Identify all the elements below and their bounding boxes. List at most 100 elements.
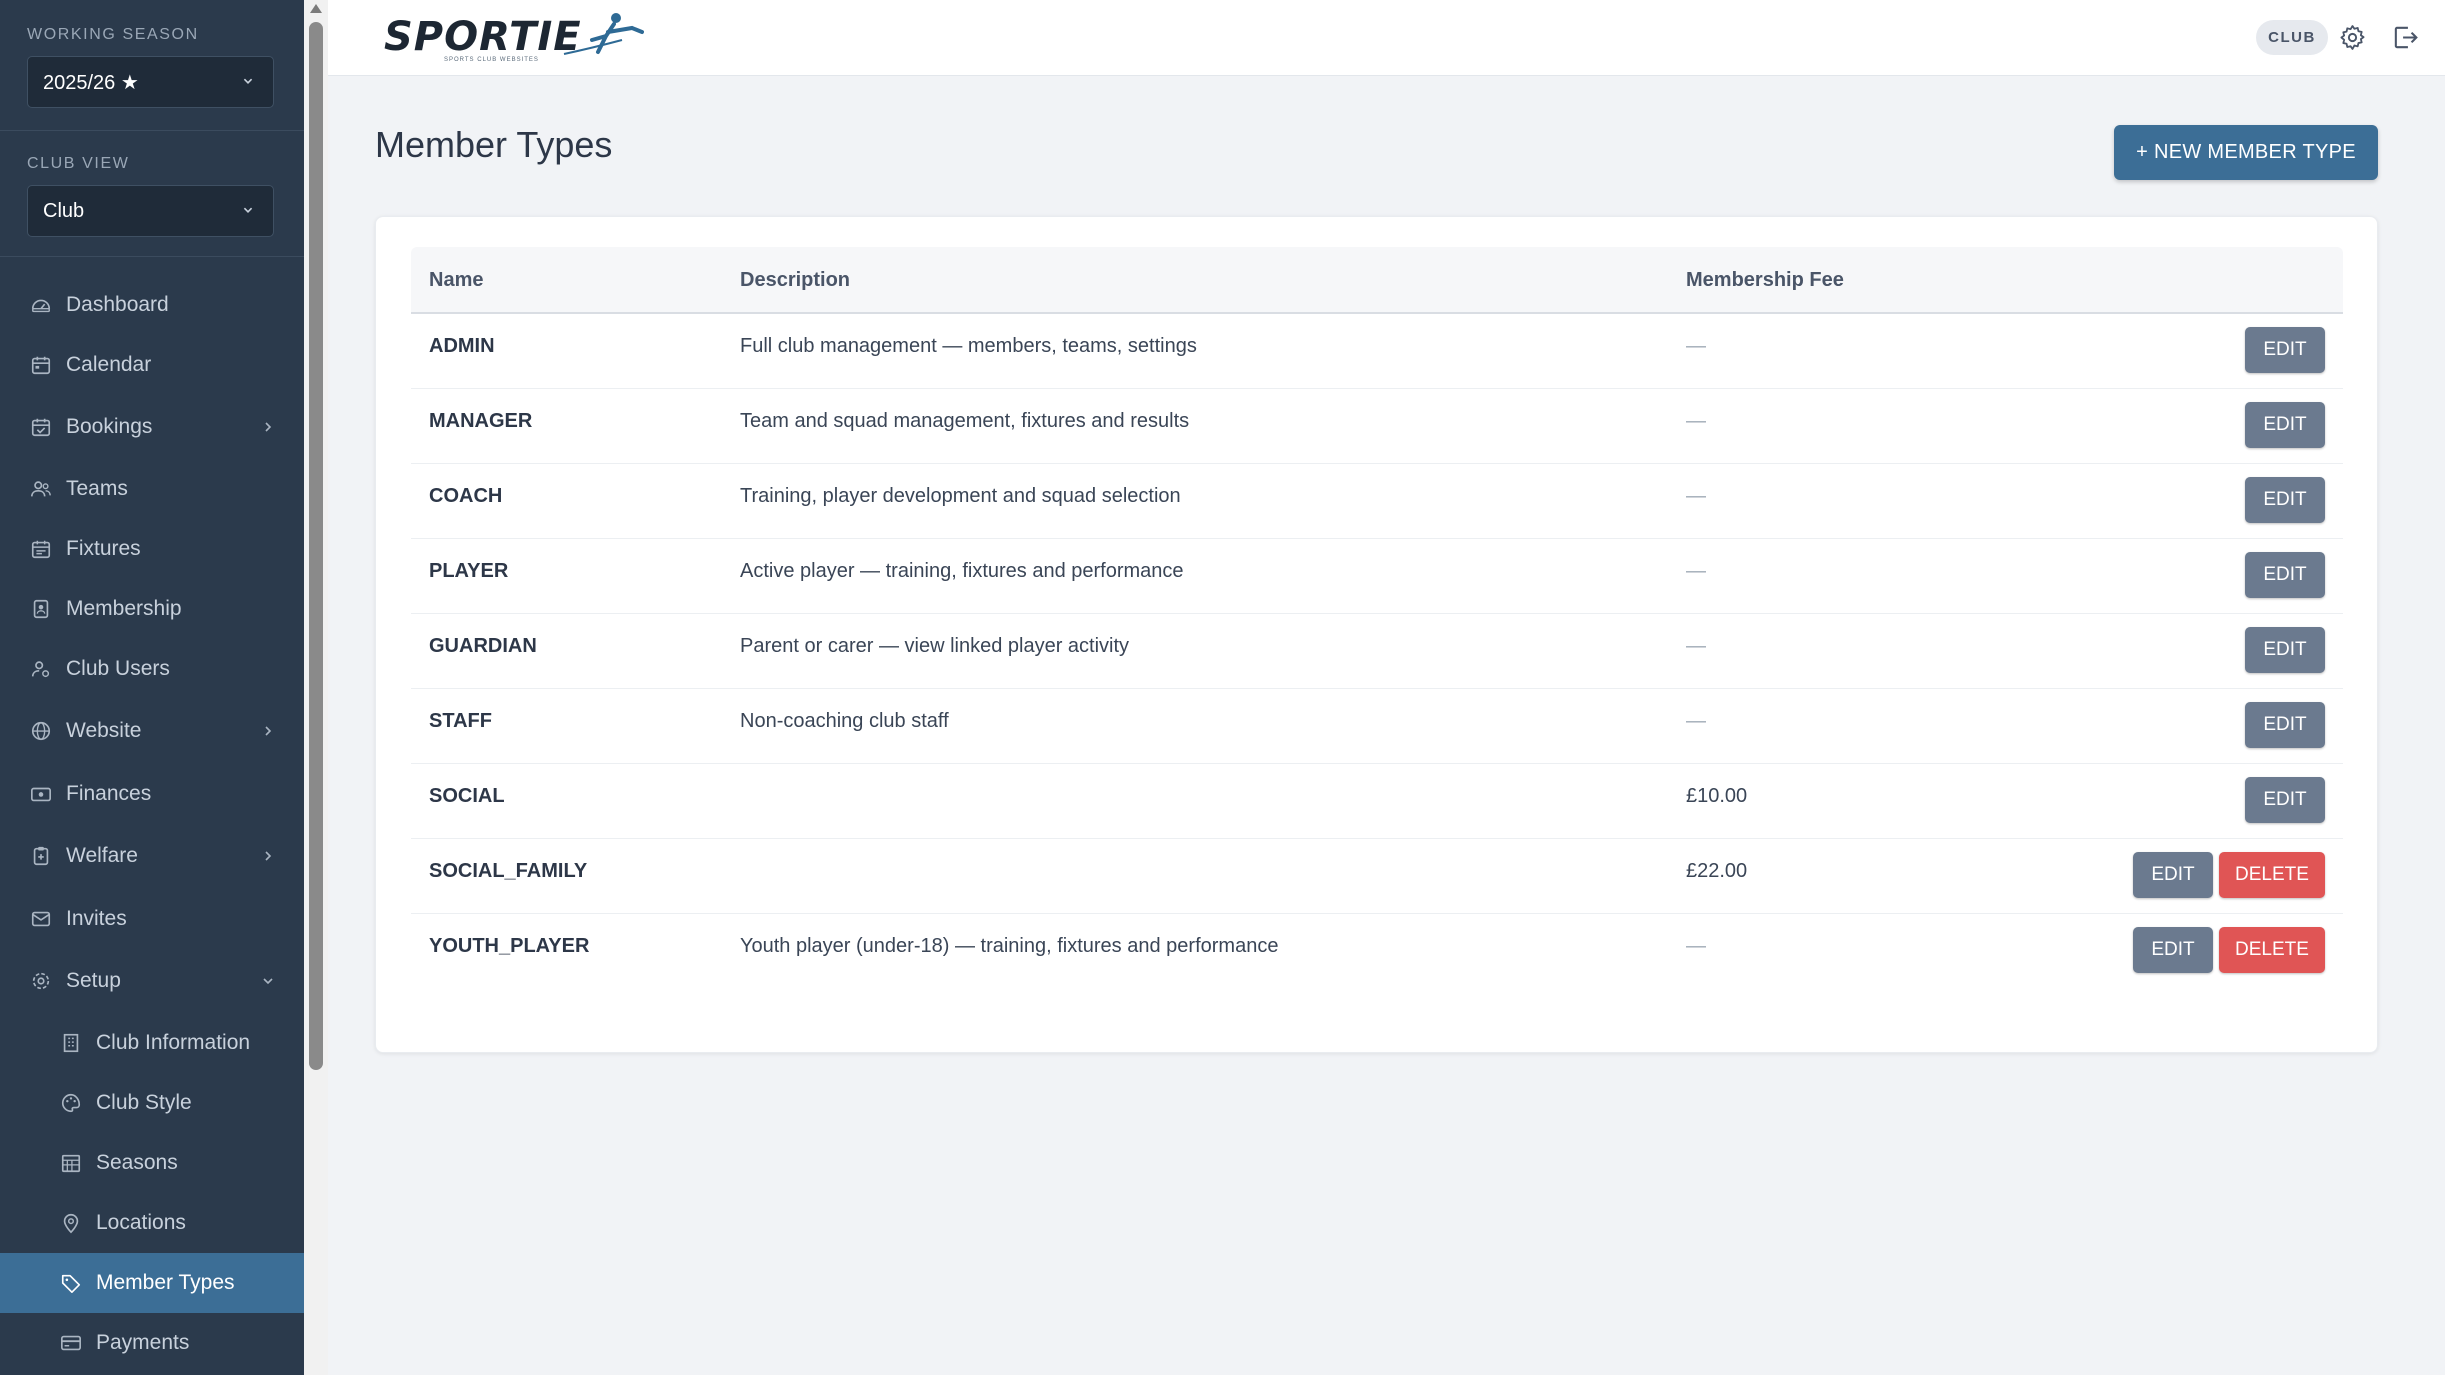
sidebar-item-bookings[interactable]: Bookings (0, 397, 304, 457)
edit-button[interactable]: EDIT (2245, 477, 2325, 523)
edit-button[interactable]: EDIT (2245, 627, 2325, 673)
working-season-select[interactable]: 2025/26 ★ (27, 56, 274, 108)
working-season-value: 2025/26 ★ (43, 71, 139, 94)
sidebar-item-label: Welfare (66, 844, 138, 867)
edit-button[interactable]: EDIT (2133, 927, 2213, 973)
member-types-table: Name Description Membership Fee ADMIN Fu… (411, 247, 2343, 989)
sidebar-item-label: Fixtures (66, 537, 141, 560)
envelope-icon (30, 908, 52, 930)
member-type-description: Training, player development and squad s… (740, 485, 1181, 507)
calendar-week-icon (30, 538, 52, 560)
settings-button[interactable] (2338, 23, 2367, 52)
sidebar-item-payments[interactable]: Payments (0, 1313, 304, 1373)
member-type-name: SOCIAL (429, 785, 505, 807)
new-member-type-button[interactable]: + NEW MEMBER TYPE (2114, 125, 2378, 180)
column-header-membership-fee: Membership Fee (1686, 269, 1844, 291)
sidebar-item-label: Member Types (96, 1271, 235, 1294)
member-type-name: SOCIAL_FAMILY (429, 860, 588, 882)
member-type-name: COACH (429, 485, 503, 507)
table-row: STAFF Non-coaching club staff — EDIT (411, 689, 2343, 764)
building-icon (60, 1032, 82, 1054)
sidebar-item-locations[interactable]: Locations (0, 1193, 304, 1253)
edit-button[interactable]: EDIT (2245, 327, 2325, 373)
scrollbar-thumb[interactable] (309, 22, 323, 1070)
sidebar-item-label: Invites (66, 907, 127, 930)
member-type-description: Team and squad management, fixtures and … (740, 410, 1190, 432)
delete-button[interactable]: DELETE (2219, 852, 2325, 898)
club-view-label: CLUB VIEW (27, 155, 130, 172)
sidebar-item-label: Club Users (66, 657, 170, 680)
sidebar-scrollbar[interactable] (304, 0, 328, 1375)
brand-tagline: SPORTS CLUB WEBSITES (444, 57, 539, 63)
sidebar-item-label: Teams (66, 477, 128, 500)
sign-out-icon (2394, 26, 2418, 49)
member-type-fee: — (1686, 560, 1706, 582)
sidebar-item-membership[interactable]: Membership (0, 579, 304, 639)
table-header: Name Description Membership Fee (411, 247, 2343, 314)
table-row: SOCIAL £10.00 EDIT (411, 764, 2343, 839)
sidebar-item-label: Setup (66, 969, 121, 992)
sidebar-item-label: Club Style (96, 1091, 192, 1114)
sidebar-item-finances[interactable]: Finances (0, 764, 304, 824)
sidebar-item-club-style[interactable]: Club Style (0, 1073, 304, 1133)
sidebar-item-welfare[interactable]: Welfare (0, 826, 304, 886)
delete-button[interactable]: DELETE (2219, 927, 2325, 973)
club-view-select[interactable]: Club (27, 185, 274, 237)
member-type-name: YOUTH_PLAYER (429, 935, 590, 957)
users-icon (30, 478, 52, 500)
sidebar-item-teams[interactable]: Teams (0, 459, 304, 519)
member-type-fee: — (1686, 635, 1706, 657)
table-row: YOUTH_PLAYER Youth player (under-18) — t… (411, 914, 2343, 989)
edit-button[interactable]: EDIT (2245, 552, 2325, 598)
sidebar-divider (0, 130, 304, 131)
palette-icon (60, 1092, 82, 1114)
sidebar-item-fixtures[interactable]: Fixtures (0, 519, 304, 579)
sidebar-item-club-users[interactable]: Club Users (0, 639, 304, 699)
sidebar-item-label: Calendar (66, 353, 152, 376)
member-type-name: GUARDIAN (429, 635, 537, 657)
sidebar-item-club-information[interactable]: Club Information (0, 1013, 304, 1073)
top-bar: SPORTIE SPORTS CLUB WEBSITES CLUB (328, 0, 2445, 76)
sidebar-item-website[interactable]: Website (0, 701, 304, 761)
sidebar-item-label: Seasons (96, 1151, 178, 1174)
sidebar-item-label: Payments (96, 1331, 190, 1354)
page-title: Member Types (375, 124, 613, 165)
edit-button[interactable]: EDIT (2245, 702, 2325, 748)
gauge-icon (30, 294, 52, 316)
member-types-card: Name Description Membership Fee ADMIN Fu… (375, 216, 2378, 1053)
chevron-down-icon (239, 72, 257, 90)
member-type-fee: — (1686, 710, 1706, 732)
edit-button[interactable]: EDIT (2245, 402, 2325, 448)
member-type-description: Full club management — members, teams, s… (740, 335, 1197, 357)
kicker-logo-icon (563, 13, 644, 55)
calendar-check-icon (30, 416, 52, 438)
sidebar-item-label: Website (66, 719, 142, 742)
sidebar-item-setup[interactable]: Setup (0, 951, 304, 1011)
chevron-down-icon (239, 201, 257, 219)
sidebar-item-member-types[interactable]: Member Types (0, 1253, 304, 1313)
logout-button[interactable] (2391, 23, 2420, 52)
chevron-down-icon (260, 973, 276, 989)
edit-button[interactable]: EDIT (2133, 852, 2213, 898)
scroll-up-arrow-icon[interactable] (310, 4, 322, 13)
sidebar-item-calendar[interactable]: Calendar (0, 335, 304, 395)
member-type-name: ADMIN (429, 335, 495, 357)
sidebar-item-label: Finances (66, 782, 152, 805)
sidebar-item-invites[interactable]: Invites (0, 889, 304, 949)
table-row: SOCIAL_FAMILY £22.00 EDIT DELETE (411, 839, 2343, 914)
column-header-description: Description (740, 269, 851, 291)
member-type-name: STAFF (429, 710, 492, 732)
table-row: GUARDIAN Parent or carer — view linked p… (411, 614, 2343, 689)
member-type-fee: — (1686, 410, 1706, 432)
map-pin-icon (60, 1212, 82, 1234)
chevron-right-icon (260, 723, 276, 739)
member-type-fee: — (1686, 935, 1706, 957)
sidebar-item-dashboard[interactable]: Dashboard (0, 275, 304, 335)
edit-button[interactable]: EDIT (2245, 777, 2325, 823)
table-row: MANAGER Team and squad management, fixtu… (411, 389, 2343, 464)
sidebar-item-seasons[interactable]: Seasons (0, 1133, 304, 1193)
member-type-fee: — (1686, 335, 1706, 357)
sidebar-item-label: Membership (66, 597, 182, 620)
brand-logo[interactable]: SPORTIE SPORTS CLUB WEBSITES (384, 8, 644, 68)
column-header-name: Name (429, 269, 484, 291)
